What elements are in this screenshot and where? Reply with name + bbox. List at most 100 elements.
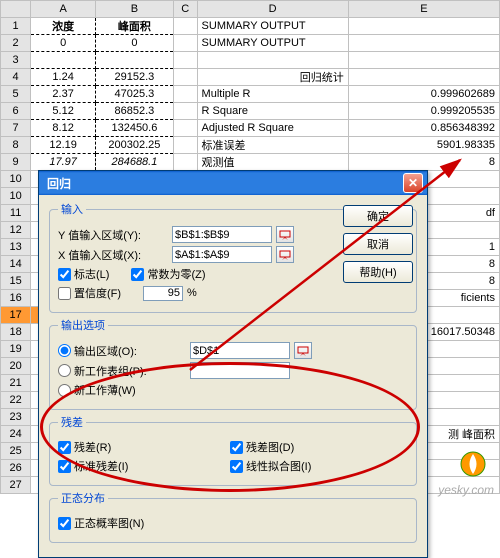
row-header[interactable]: 19 [1,341,31,358]
cell[interactable]: R Square [197,103,348,120]
cancel-button[interactable]: 取消 [343,233,413,255]
cell[interactable]: Adjusted R Square [197,120,348,137]
cell[interactable] [348,69,499,86]
cell[interactable] [173,69,197,86]
row-header[interactable]: 10 [1,171,31,188]
close-icon[interactable]: ✕ [403,173,423,193]
col-header-A[interactable]: A [31,1,96,18]
ref-select-icon[interactable] [294,342,312,359]
cell[interactable]: 284688.1 [96,154,174,171]
cell[interactable]: 回归统计 [197,69,348,86]
cell[interactable] [31,52,96,69]
new-sheet-radio[interactable]: 新工作表组(P): [58,363,168,379]
cell[interactable] [173,154,197,171]
output-range-input[interactable] [190,342,290,359]
cell[interactable]: SUMMARY OUTPUT [197,35,348,52]
row-header[interactable]: 10 [1,188,31,205]
row-header[interactable]: 1 [1,18,31,35]
cell[interactable]: 8 [348,154,499,171]
cell[interactable]: 浓度 [31,18,96,35]
confidence-value[interactable] [143,286,183,301]
cell[interactable]: 0.999205535 [348,103,499,120]
col-header-E[interactable]: E [348,1,499,18]
cell[interactable]: 2.37 [31,86,96,103]
cell[interactable] [348,18,499,35]
row-header[interactable]: 16 [1,290,31,307]
dialog-titlebar[interactable]: 回归 ✕ [39,171,427,195]
cell[interactable]: 29152.3 [96,69,174,86]
cell[interactable]: 5901.98335 [348,137,499,154]
row-header[interactable]: 20 [1,358,31,375]
cell[interactable]: 132450.6 [96,120,174,137]
help-button[interactable]: 帮助(H) [343,261,413,283]
cell[interactable] [173,52,197,69]
ref-select-icon[interactable] [276,226,294,243]
row-header[interactable]: 15 [1,273,31,290]
cell[interactable]: 0 [96,35,174,52]
new-sheet-input[interactable] [190,362,290,379]
line-fit-checkbox[interactable]: 线性拟合图(I) [230,458,311,474]
row-header[interactable]: 23 [1,409,31,426]
col-header-D[interactable]: D [197,1,348,18]
corner-cell[interactable] [1,1,31,18]
cell[interactable]: 12.19 [31,137,96,154]
row-header[interactable]: 7 [1,120,31,137]
row-header[interactable]: 25 [1,443,31,460]
cell[interactable]: 17.97 [31,154,96,171]
std-residuals-checkbox[interactable]: 标准残差(I) [58,458,208,474]
row-header[interactable]: 21 [1,375,31,392]
row-header[interactable]: 13 [1,239,31,256]
cell[interactable]: 1.24 [31,69,96,86]
cell[interactable] [348,52,499,69]
cell[interactable] [348,35,499,52]
cell[interactable] [96,52,174,69]
row-header[interactable]: 14 [1,256,31,273]
cell[interactable]: 8.12 [31,120,96,137]
cell[interactable]: 0.999602689 [348,86,499,103]
labels-checkbox[interactable]: 标志(L) [58,266,109,282]
cell[interactable]: 200302.25 [96,137,174,154]
row-header[interactable]: 6 [1,103,31,120]
cell[interactable] [173,137,197,154]
row-header[interactable]: 27 [1,477,31,494]
cell[interactable] [173,18,197,35]
row-header[interactable]: 12 [1,222,31,239]
cell[interactable]: 0.856348392 [348,120,499,137]
normal-plot-checkbox[interactable]: 正态概率图(N) [58,515,144,531]
cell[interactable] [197,52,348,69]
cell[interactable]: 86852.3 [96,103,174,120]
ok-button[interactable]: 确定 [343,205,413,227]
cell[interactable]: 标准误差 [197,137,348,154]
row-header[interactable]: 11 [1,205,31,222]
cell[interactable]: 0 [31,35,96,52]
confidence-checkbox[interactable]: 置信度(F) [58,285,121,301]
cell[interactable] [173,86,197,103]
cell[interactable]: 峰面积 [96,18,174,35]
cell[interactable]: 观测值 [197,154,348,171]
row-header[interactable]: 18 [1,324,31,341]
const-zero-checkbox[interactable]: 常数为零(Z) [131,266,205,282]
cell[interactable]: 47025.3 [96,86,174,103]
new-book-radio[interactable]: 新工作薄(W) [58,382,136,398]
cell[interactable] [173,35,197,52]
row-header[interactable]: 4 [1,69,31,86]
cell[interactable] [173,120,197,137]
ref-select-icon[interactable] [276,246,294,263]
cell[interactable]: 5.12 [31,103,96,120]
cell[interactable] [173,103,197,120]
row-header[interactable]: 3 [1,52,31,69]
row-header[interactable]: 22 [1,392,31,409]
row-header[interactable]: 9 [1,154,31,171]
row-header[interactable]: 8 [1,137,31,154]
row-header[interactable]: 17 [1,307,31,324]
residuals-checkbox[interactable]: 残差(R) [58,439,208,455]
col-header-C[interactable]: C [173,1,197,18]
row-header[interactable]: 26 [1,460,31,477]
x-range-input[interactable] [172,246,272,263]
row-header[interactable]: 2 [1,35,31,52]
row-header[interactable]: 24 [1,426,31,443]
row-header[interactable]: 5 [1,86,31,103]
output-range-radio[interactable]: 输出区域(O): [58,343,168,359]
cell[interactable]: SUMMARY OUTPUT [197,18,348,35]
residual-plot-checkbox[interactable]: 残差图(D) [230,439,294,455]
